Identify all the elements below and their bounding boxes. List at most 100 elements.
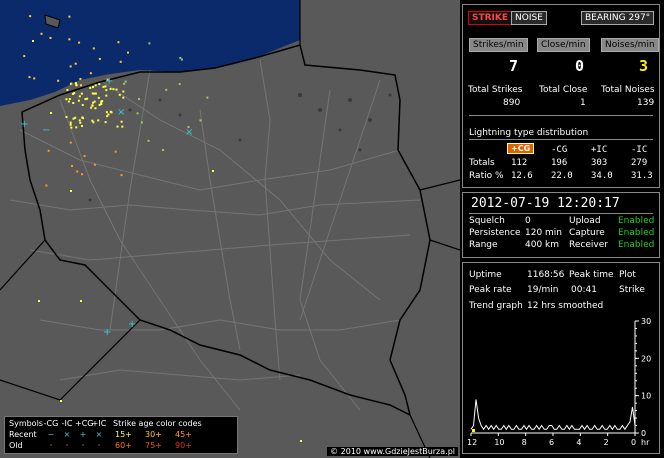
- trend-line: [470, 399, 636, 431]
- strike-dot: [73, 92, 76, 95]
- poland-border: [21, 44, 431, 417]
- strike-dot: [79, 121, 82, 124]
- strike-dot: [68, 98, 71, 101]
- receiver-status: Enabled: [618, 240, 655, 250]
- strike-dot: [70, 126, 73, 129]
- legend-col-ic-neg: -IC: [61, 419, 73, 428]
- strike-dot: [50, 112, 52, 114]
- strikes-per-min-value: 7: [509, 57, 519, 75]
- bearing-button[interactable]: BEARING 297°: [581, 11, 655, 25]
- ratio-neg-cg: 22.0: [551, 171, 573, 181]
- lakes: [88, 93, 392, 202]
- strike-dot: [105, 111, 108, 114]
- strike-dot: [81, 173, 84, 176]
- strike-dot: [106, 115, 109, 118]
- strike-dot: [74, 62, 77, 65]
- map-legend: Symbols -CG -IC +CG +IC Strike age color…: [4, 416, 238, 454]
- totals-label: Totals: [469, 158, 495, 168]
- strike-dot: [140, 121, 143, 124]
- strike-dot: [72, 117, 75, 120]
- strike-cross: +: [20, 119, 28, 130]
- strike-dot: [69, 65, 72, 68]
- strike-dot: [81, 103, 84, 106]
- strike-dot: [70, 82, 73, 85]
- lightning-map[interactable]: + × × + − + + Symbols -CG -IC +CG +IC Strike a…: [0, 0, 460, 458]
- strike-dot: [127, 51, 130, 54]
- strike-dot: [74, 82, 77, 85]
- range-label: Range: [469, 240, 498, 250]
- legend-recent-sym-2: ×: [63, 430, 71, 439]
- noise-button[interactable]: NOISE: [511, 11, 547, 25]
- strike-dot: [38, 300, 40, 302]
- upload-status: Enabled: [618, 216, 655, 226]
- legend-col-cg-pos: +CG: [75, 419, 94, 428]
- strike-dot: [67, 100, 70, 103]
- strike-dot: [105, 89, 108, 92]
- legend-recent-sym-1: −: [47, 430, 55, 439]
- strike-dot: [68, 38, 71, 41]
- strike-dot: [33, 77, 36, 80]
- close-per-min-value: 0: [575, 57, 585, 75]
- strike-dot: [100, 103, 103, 106]
- close-per-min-button[interactable]: Close/min: [537, 38, 590, 52]
- strike-dot: [78, 41, 81, 44]
- strike-dot: [57, 79, 60, 82]
- strike-dot: [77, 99, 80, 102]
- strike-dot: [49, 36, 52, 39]
- strike-dot: [83, 155, 86, 158]
- strikes-per-min-button[interactable]: Strikes/min: [469, 38, 528, 52]
- legend-recent-sym-4: ×: [95, 430, 103, 439]
- strike-dot: [89, 72, 92, 75]
- strike-dot: [120, 174, 123, 177]
- legend-col-ic-pos: +IC: [91, 419, 107, 428]
- legend-age-45: 45+: [175, 430, 192, 439]
- legend-recent-sym-3: +: [79, 430, 87, 439]
- strike-cross: +: [103, 327, 111, 338]
- plot-value: Strike: [619, 285, 645, 295]
- totals-neg-ic: 279: [631, 158, 648, 168]
- dist-col-pos-cg[interactable]: +CG: [507, 143, 535, 154]
- x-tick-label: 12: [467, 438, 477, 447]
- strike-dot: [101, 100, 104, 103]
- strike-dot: [92, 121, 95, 124]
- strike-dot: [32, 40, 34, 42]
- strike-dot: [78, 95, 81, 98]
- strike-dot: [79, 77, 82, 80]
- strike-dot: [93, 92, 96, 95]
- strike-dot: [76, 170, 79, 173]
- strike-dot: [45, 184, 48, 187]
- strike-dot: [112, 88, 115, 91]
- peak-time-value: 00:41: [571, 285, 597, 295]
- strike-dot: [109, 87, 112, 90]
- strike-dot: [40, 32, 43, 35]
- copyright: © 2010 www.GdzieJestBurza.pl: [327, 447, 458, 456]
- legend-age-90: 90+: [175, 441, 192, 450]
- strike-dot: [89, 86, 92, 89]
- squelch-label: Squelch: [469, 216, 505, 226]
- strike-dot: [91, 104, 94, 107]
- x-tick-label: 4: [576, 438, 581, 447]
- peak-time-label: Peak time: [569, 270, 614, 280]
- legend-old-sym-4: ·: [97, 441, 101, 450]
- noises-per-min-button[interactable]: Noises/min: [601, 38, 659, 52]
- strike-dot: [206, 96, 209, 99]
- y-tick-label: 20: [641, 354, 651, 363]
- legend-age-label: Strike age color codes: [113, 419, 202, 428]
- strike-button[interactable]: STRIKE: [468, 11, 513, 25]
- strike-dot: [120, 120, 123, 123]
- strike-dot: [121, 125, 124, 128]
- legend-old-sym-3: ·: [81, 441, 85, 450]
- legend-age-75: 75+: [145, 441, 162, 450]
- total-strikes-value: 890: [503, 98, 521, 108]
- strike-dot: [98, 57, 101, 60]
- strike-dot: [117, 41, 120, 44]
- strike-dot: [70, 190, 72, 192]
- x-tick-label: 2: [604, 438, 609, 447]
- strike-dot: [93, 163, 96, 166]
- dist-col-pos-ic: +IC: [591, 145, 608, 155]
- legend-age-60: 60+: [115, 441, 132, 450]
- capture-label: Capture: [569, 228, 605, 238]
- strike-dot: [199, 119, 202, 122]
- strike-dot: [92, 86, 95, 89]
- strike-dot: [94, 84, 97, 87]
